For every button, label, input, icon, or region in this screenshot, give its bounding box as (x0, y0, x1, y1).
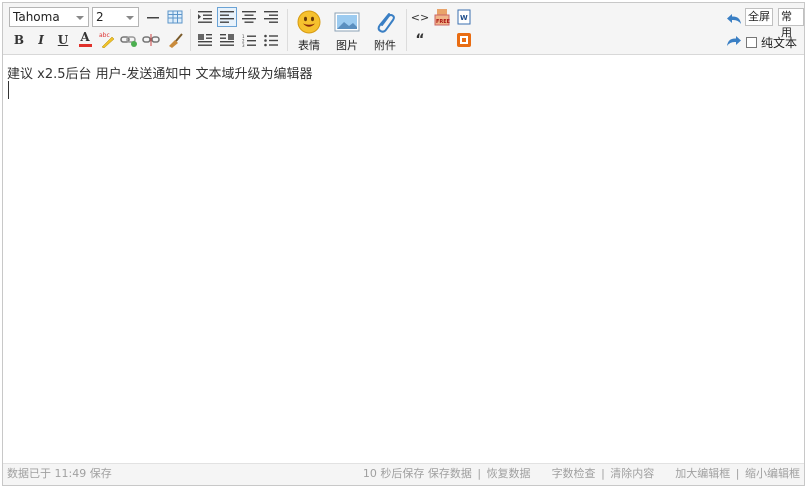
underline-label: U (57, 33, 69, 47)
clear-format-button[interactable] (165, 30, 185, 50)
font-family-select[interactable]: Tahoma (9, 7, 89, 27)
restore-data-link[interactable]: 恢复数据 (487, 467, 531, 480)
separator: | (601, 467, 605, 480)
float-right-icon (220, 34, 234, 46)
save-data-link[interactable]: 保存数据 (428, 467, 472, 480)
bold-label: B (13, 33, 25, 47)
bold-button[interactable]: B (9, 30, 29, 50)
font-color-label: A (80, 30, 90, 44)
toolbar-separator (287, 9, 288, 51)
font-color-button[interactable]: A (75, 29, 95, 49)
toolbar-separator (190, 9, 191, 51)
table-icon (167, 10, 183, 24)
align-center-button[interactable] (239, 7, 259, 27)
unlink-button[interactable] (141, 30, 161, 50)
common-button[interactable]: 常用 (778, 8, 804, 39)
indent-button[interactable] (195, 7, 215, 27)
paste-word-button[interactable]: W (454, 7, 474, 27)
svg-text:abc: abc (99, 32, 110, 39)
spellcheck-icon: abc (99, 32, 115, 48)
toolbar-separator (406, 9, 407, 51)
redo-button[interactable] (724, 31, 744, 51)
table-button[interactable] (165, 7, 185, 27)
align-center-icon (242, 11, 256, 23)
align-right-icon (264, 11, 278, 23)
smiley-icon (297, 10, 321, 34)
emoji-button[interactable]: 表情 (291, 9, 327, 53)
status-bar: 数据已于 11:49 保存 10 秒后保存 保存数据 | 恢复数据 字数检查 |… (3, 463, 804, 485)
font-color-swatch (78, 44, 92, 47)
italic-label: I (38, 33, 44, 47)
float-left-icon (198, 34, 212, 46)
shrink-editor-link[interactable]: 缩小编辑框 (745, 467, 800, 480)
code-icon: <> (410, 10, 430, 24)
font-family-value: Tahoma (13, 10, 60, 24)
enlarge-editor-link[interactable]: 加大编辑框 (675, 467, 730, 480)
image-label: 图片 (336, 39, 358, 52)
align-right-button[interactable] (261, 7, 281, 27)
underline-button[interactable]: U (53, 30, 73, 50)
spellcheck-button[interactable]: abc (97, 29, 117, 49)
word-count-link[interactable]: 字数检查 (552, 467, 596, 480)
attachment-label: 附件 (374, 39, 396, 52)
quote-button[interactable]: “ (410, 30, 430, 50)
quote-icon: “ (415, 32, 425, 48)
editor-content[interactable]: 建议 x2.5后台 用户-发送通知中 文本域升级为编辑器 (7, 63, 312, 82)
undo-button[interactable] (724, 9, 744, 29)
paperclip-icon (377, 13, 395, 33)
code-button[interactable]: <> (410, 7, 430, 27)
font-size-value: 2 (96, 10, 104, 24)
chevron-down-icon (76, 16, 84, 20)
rich-text-editor: Tahoma 2 B I U A abc 1 2 3 表情 图片 附件 <> F… (2, 2, 805, 486)
plaintext-label: 纯文本 (761, 36, 798, 50)
chevron-down-icon (126, 16, 134, 20)
text-caret (8, 81, 9, 99)
attachment-button[interactable]: 附件 (367, 9, 403, 53)
horizontal-rule-icon (147, 17, 159, 19)
free-badge-icon: FREE (434, 9, 451, 26)
editor-toolbar: Tahoma 2 B I U A abc 1 2 3 表情 图片 附件 <> F… (3, 3, 804, 55)
svg-text:W: W (460, 14, 468, 22)
italic-button[interactable]: I (31, 30, 51, 50)
image-icon (334, 12, 360, 32)
plaintext-checkbox[interactable] (746, 37, 757, 48)
saved-status: 数据已于 11:49 保存 (7, 467, 112, 480)
emoji-label: 表情 (298, 39, 320, 52)
fullscreen-button[interactable]: 全屏 (745, 8, 773, 26)
undo-icon (727, 14, 741, 24)
float-right-button[interactable] (217, 30, 237, 50)
ordered-list-button[interactable]: 123 (239, 30, 259, 50)
redo-icon (727, 36, 741, 46)
horizontal-rule-button[interactable] (143, 7, 163, 27)
insert-link-button[interactable] (119, 30, 139, 50)
ordered-list-icon: 123 (242, 34, 256, 47)
flash-button[interactable] (454, 30, 474, 50)
svg-text:3: 3 (242, 43, 245, 47)
unordered-list-icon (264, 34, 278, 46)
status-actions: 10 秒后保存 保存数据 | 恢复数据 字数检查 | 清除内容 加大编辑框 | … (363, 464, 800, 484)
indent-icon (198, 11, 212, 23)
image-button[interactable]: 图片 (329, 9, 365, 53)
float-left-button[interactable] (195, 30, 215, 50)
unlink-icon (142, 34, 160, 46)
unordered-list-button[interactable] (261, 30, 281, 50)
word-doc-icon: W (457, 9, 471, 25)
flash-media-icon (457, 33, 471, 47)
clear-content-link[interactable]: 清除内容 (610, 467, 654, 480)
separator: | (477, 467, 482, 480)
align-left-icon (220, 11, 234, 23)
link-icon (120, 36, 137, 47)
autosave-countdown: 10 秒后保存 (362, 467, 425, 480)
free-badge-text: FREE (436, 19, 451, 25)
font-size-select[interactable]: 2 (92, 7, 139, 27)
align-left-button[interactable] (217, 7, 237, 27)
free-content-button[interactable]: FREE (432, 7, 452, 27)
broom-icon (169, 33, 183, 48)
separator: | (735, 467, 740, 480)
fullscreen-label: 全屏 (748, 10, 770, 23)
